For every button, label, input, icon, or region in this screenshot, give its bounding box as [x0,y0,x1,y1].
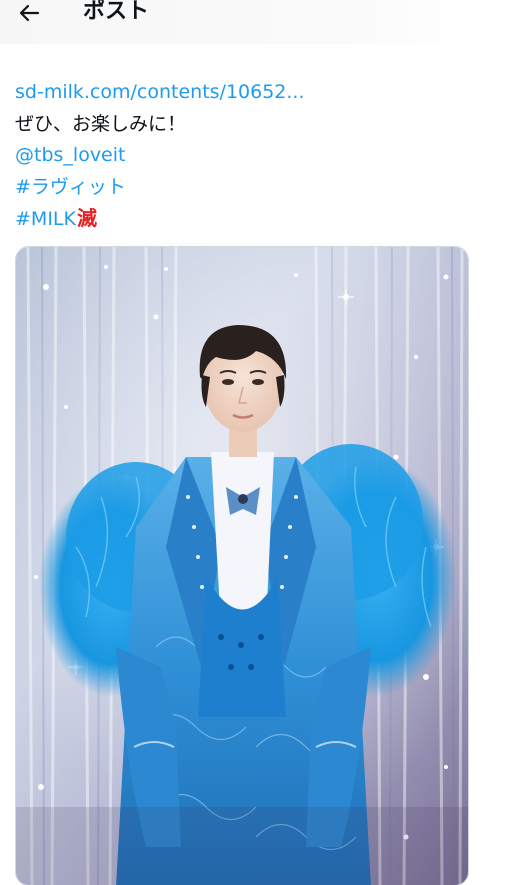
back-button[interactable] [12,0,46,26]
photo-illustration [16,247,468,885]
external-link[interactable]: sd-milk.com/contents/10652... [15,81,305,103]
tweet-message: ぜひ、お楽しみに！ [15,112,187,135]
page-title: ポスト [83,0,150,24]
hashtag-link-loveit[interactable]: #ラヴィット [15,176,126,198]
emoji-icon: 滅 [76,206,97,230]
top-bar: ポスト [0,0,480,44]
mention-link[interactable]: @tbs_loveit [15,144,125,166]
post-page: ポスト sd-milk.com/contents/10652... ぜひ、お楽し… [0,0,507,885]
hashtag-link-milk[interactable]: #MILK [15,208,76,230]
tweet-body: sd-milk.com/contents/10652... ぜひ、お楽しみに！ … [15,77,485,235]
arrow-left-icon [19,4,40,22]
post-image[interactable] [15,246,469,885]
